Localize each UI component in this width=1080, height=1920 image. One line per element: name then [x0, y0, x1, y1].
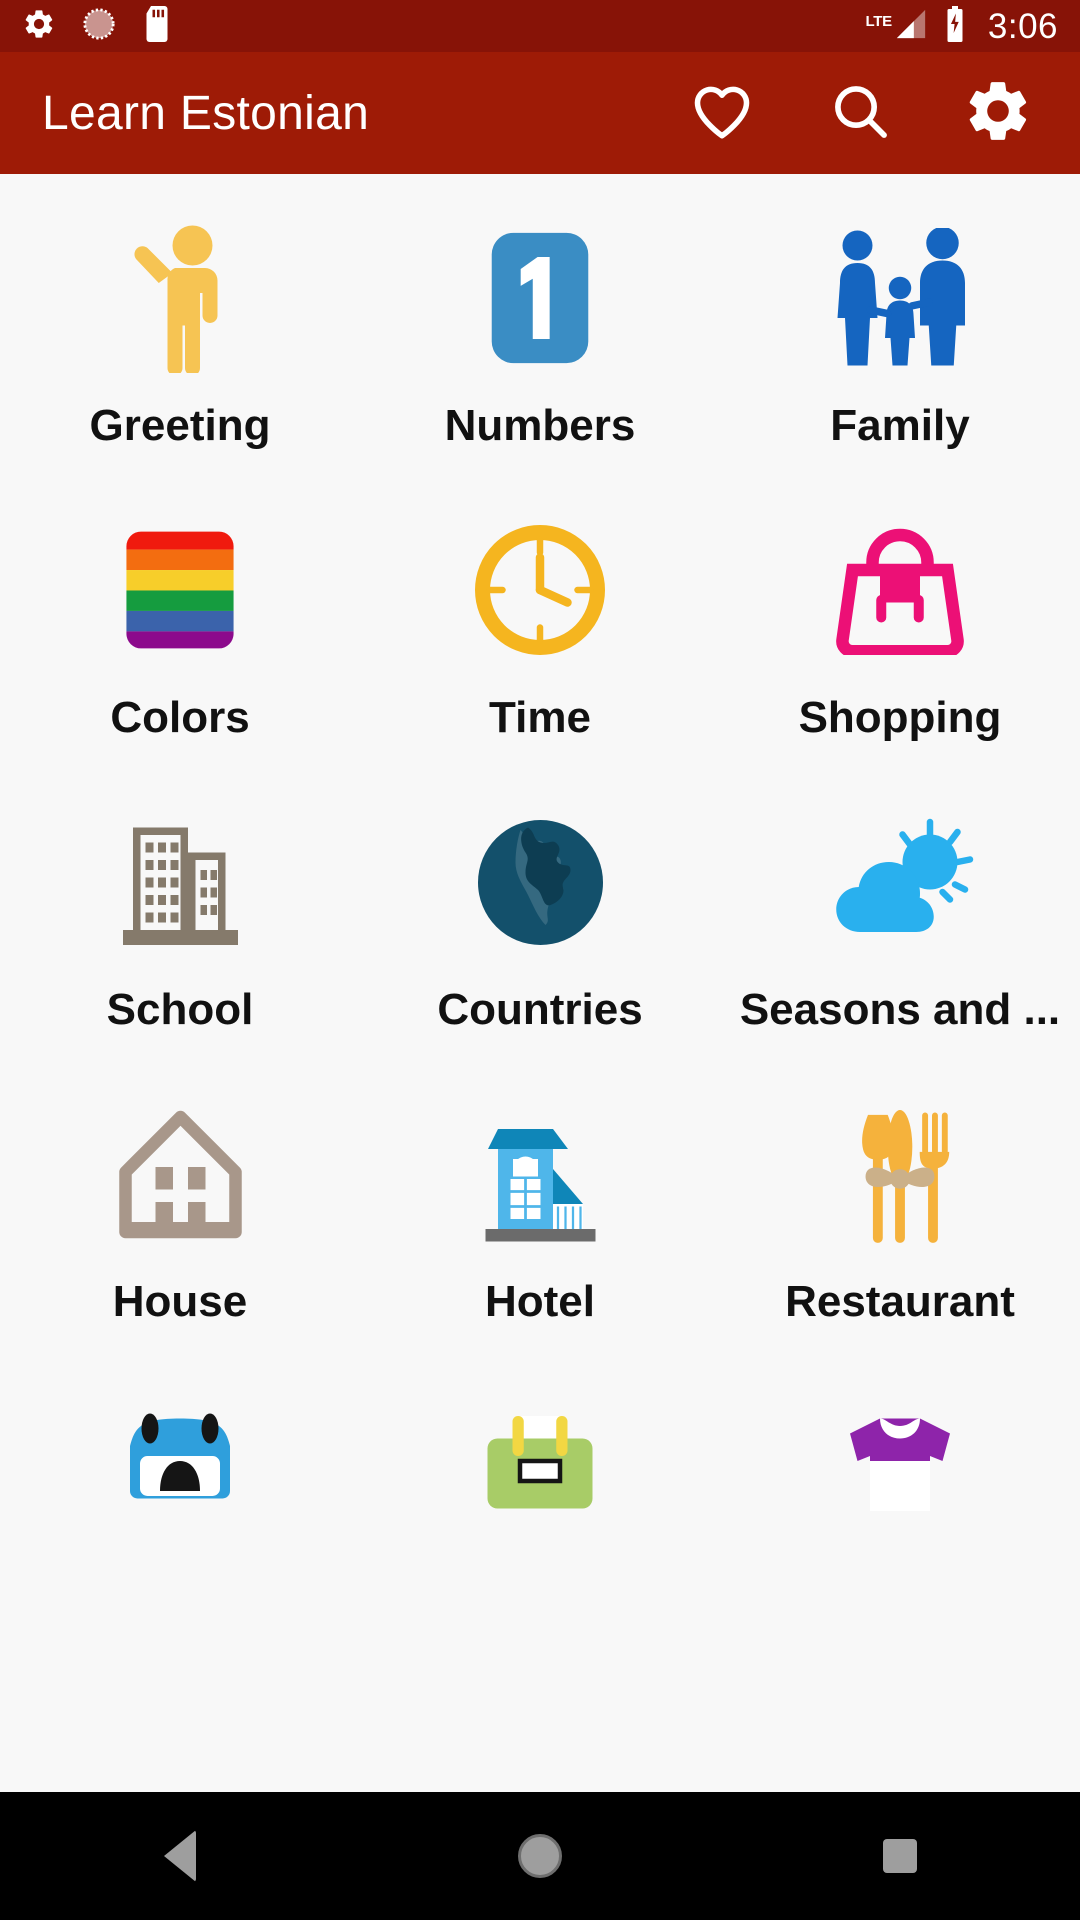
home-circle-icon: [518, 1834, 562, 1878]
grid-item-house[interactable]: House: [0, 1074, 360, 1366]
grid-item-label: School: [106, 986, 254, 1034]
favorite-heart-icon: [687, 76, 757, 151]
status-bar: LTE 3:06: [0, 0, 1080, 52]
grid-item-label: House: [112, 1278, 248, 1326]
clock-icon: [360, 510, 720, 670]
sun-cloud-icon: [720, 802, 1080, 962]
recents-square-icon: [883, 1839, 917, 1873]
app-bar-actions: [666, 57, 1054, 169]
number-one-icon: [360, 218, 720, 378]
grid-item-transport[interactable]: [0, 1366, 360, 1658]
gear-icon: [22, 7, 56, 46]
category-grid: Greeting Numbers Family Colors Time Shop…: [0, 174, 1080, 1658]
grid-item-label: Countries: [437, 986, 643, 1034]
cutlery-icon: [720, 1094, 1080, 1254]
grid-item-clothes[interactable]: [720, 1366, 1080, 1658]
toolbox-icon: [360, 1386, 720, 1546]
grid-item-countries[interactable]: Countries: [360, 782, 720, 1074]
sd-card-icon: [142, 5, 172, 47]
app-bar: Learn Estonian: [0, 52, 1080, 174]
grid-item-label: Shopping: [798, 694, 1002, 742]
grid-item-label: Seasons and ...: [739, 986, 1061, 1034]
nav-back-button[interactable]: [0, 1792, 360, 1920]
waving-person-icon: [0, 218, 360, 378]
status-bar-left-icons: [22, 5, 172, 47]
category-grid-scroll[interactable]: Greeting Numbers Family Colors Time Shop…: [0, 174, 1080, 1792]
grid-item-seasons[interactable]: Seasons and ...: [720, 782, 1080, 1074]
network-type-label: LTE: [865, 12, 893, 30]
grid-item-label: Hotel: [485, 1278, 595, 1326]
grid-item-hotel[interactable]: Hotel: [360, 1074, 720, 1366]
app-title: Learn Estonian: [42, 86, 370, 140]
house-icon: [0, 1094, 360, 1254]
rainbow-palette-icon: [0, 510, 360, 670]
family-icon: [720, 218, 1080, 378]
hotel-icon: [360, 1094, 720, 1254]
grid-item-family: Family: [720, 198, 1080, 490]
android-navigation-bar: [0, 1792, 1080, 1920]
search-icon: [826, 77, 894, 150]
grid-item-label: Colors: [110, 694, 250, 742]
grid-item-label: Family: [830, 402, 970, 450]
back-triangle-icon: [164, 1830, 196, 1882]
battery-charging-icon: [944, 5, 966, 47]
grid-item-label: Time: [489, 694, 591, 742]
grid-item-label: Numbers: [444, 402, 636, 450]
nav-home-button[interactable]: [360, 1792, 720, 1920]
signal-indicator: LTE: [866, 7, 928, 46]
globe-icon: [360, 802, 720, 962]
grid-item-numbers[interactable]: Numbers: [360, 198, 720, 490]
nav-recents-button[interactable]: [720, 1792, 1080, 1920]
signal-bars-icon: [894, 7, 928, 46]
status-bar-clock: 3:06: [987, 6, 1058, 46]
grid-item-restaurant[interactable]: Restaurant: [720, 1074, 1080, 1366]
settings-gear-icon: [962, 75, 1034, 152]
buildings-icon: [0, 802, 360, 962]
car-icon: [0, 1386, 360, 1546]
grid-item-label: Greeting: [89, 402, 271, 450]
favorites-button[interactable]: [666, 57, 778, 169]
grid-item-colors[interactable]: Colors: [0, 490, 360, 782]
grid-item-work[interactable]: [360, 1366, 720, 1658]
search-button[interactable]: [804, 57, 916, 169]
grid-item-label: Restaurant: [785, 1278, 1015, 1326]
phone-screen: LTE 3:06 Learn Estonian Greeting Numbers…: [0, 0, 1080, 1920]
handbag-icon: [720, 510, 1080, 670]
grid-item-time[interactable]: Time: [360, 490, 720, 782]
screen-rotation-icon: [82, 7, 116, 46]
grid-item-shopping[interactable]: Shopping: [720, 490, 1080, 782]
grid-item-greeting[interactable]: Greeting: [0, 198, 360, 490]
settings-button[interactable]: [942, 57, 1054, 169]
grid-item-school[interactable]: School: [0, 782, 360, 1074]
status-bar-right-icons: LTE 3:06: [866, 5, 1058, 47]
shirt-icon: [720, 1386, 1080, 1546]
